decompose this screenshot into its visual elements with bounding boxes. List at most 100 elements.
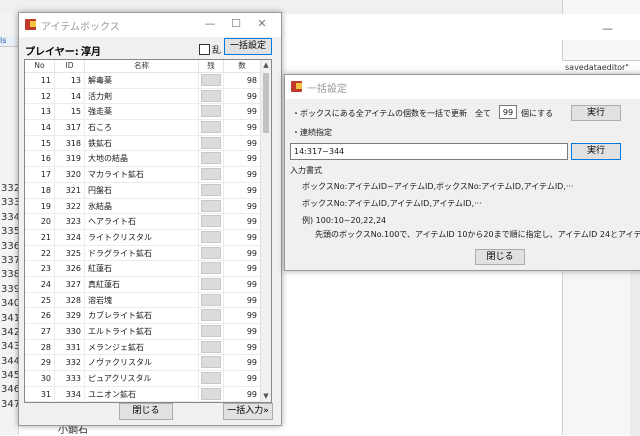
row-qty[interactable]: 99 <box>224 229 261 245</box>
row-qty[interactable]: 99 <box>224 135 261 151</box>
row-no: 15 <box>25 135 55 151</box>
background-minimize-button[interactable]: — <box>602 22 613 35</box>
table-row[interactable]: 14 317 石ころ 99 <box>25 120 261 136</box>
row-qty[interactable]: 99 <box>224 308 261 323</box>
background-line-number: 337 <box>1 254 21 266</box>
row-qty[interactable]: 99 <box>224 324 261 339</box>
column-header-qty[interactable]: 数 <box>224 60 261 72</box>
table-row[interactable]: 22 325 ドラグライト鉱石 99 <box>25 245 261 262</box>
table-row[interactable]: 21 324 ライトクリスタル 99 <box>25 229 261 246</box>
row-id: 331 <box>55 339 85 355</box>
row-no: 23 <box>25 261 55 276</box>
scroll-thumb[interactable] <box>263 73 269 133</box>
row-name: 強走薬 <box>85 104 199 120</box>
row-name: エルトライト鉱石 <box>85 324 199 339</box>
item-image <box>201 152 221 165</box>
itembox-title: アイテムボックス <box>41 22 120 33</box>
item-image <box>201 136 221 149</box>
bulk-input-button[interactable]: 一括入力» <box>223 403 273 420</box>
table-row[interactable]: 13 15 強走薬 99 <box>25 104 261 121</box>
table-row[interactable]: 19 322 氷結晶 99 <box>25 198 261 215</box>
table-row[interactable]: 25 328 溶岩塊 99 <box>25 292 261 309</box>
row-qty[interactable]: 99 <box>224 292 261 308</box>
bulk-qty-input[interactable]: 99 <box>499 105 517 119</box>
background-tab[interactable]: ls <box>0 36 18 47</box>
row-qty[interactable]: 99 <box>224 276 261 292</box>
background-line-number: 340 <box>1 298 21 310</box>
row-id: 13 <box>55 73 85 88</box>
execute-all-button[interactable]: 実行 <box>571 105 621 121</box>
row-image-cell <box>199 120 224 135</box>
table-row[interactable]: 11 13 解毒薬 98 <box>25 73 261 89</box>
table-row[interactable]: 15 318 鉄鉱石 99 <box>25 135 261 152</box>
table-row[interactable]: 26 329 カブレライト鉱石 99 <box>25 308 261 324</box>
app-icon <box>25 19 36 30</box>
execute-range-button[interactable]: 実行 <box>571 143 621 160</box>
item-image <box>201 309 221 322</box>
maximize-button[interactable]: ☐ <box>223 17 249 30</box>
row-qty[interactable]: 99 <box>224 339 261 355</box>
row-name: 円盤石 <box>85 182 199 198</box>
row-qty[interactable]: 99 <box>224 104 261 120</box>
table-row[interactable]: 12 14 活力剤 99 <box>25 88 261 105</box>
format-description: 先頭のボックスNo.100で、アイテムID 10から20まで順に指定し、アイテム… <box>315 230 640 239</box>
column-header-image[interactable]: 残 <box>199 60 224 72</box>
range-input[interactable]: 14:317~344 <box>290 143 568 160</box>
table-row[interactable]: 31 334 ユニオン鉱石 99 <box>25 386 261 402</box>
table-row[interactable]: 30 333 ピュアクリスタル 99 <box>25 371 261 387</box>
table-row[interactable]: 18 321 円盤石 99 <box>25 182 261 199</box>
row-image-cell <box>199 182 224 198</box>
row-no: 20 <box>25 214 55 229</box>
row-qty[interactable]: 99 <box>224 371 261 386</box>
row-name: 解毒薬 <box>85 73 199 88</box>
row-id: 324 <box>55 229 85 245</box>
row-qty[interactable]: 99 <box>224 386 261 402</box>
row-no: 12 <box>25 88 55 104</box>
range-label: ・連続指定 <box>292 128 332 137</box>
bulk-close-button[interactable]: 閉じる <box>475 249 525 265</box>
row-image-cell <box>199 371 224 386</box>
row-no: 29 <box>25 355 55 371</box>
bulk-titlebar[interactable]: 一括設定 <box>285 75 640 99</box>
row-image-cell <box>199 214 224 229</box>
row-id: 320 <box>55 167 85 182</box>
row-name: ドラグライト鉱石 <box>85 245 199 261</box>
table-row[interactable]: 20 323 ヘアライト石 99 <box>25 214 261 230</box>
row-qty[interactable]: 99 <box>224 182 261 198</box>
item-image <box>201 230 221 243</box>
table-row[interactable]: 16 319 大地の結晶 99 <box>25 151 261 168</box>
row-qty[interactable]: 99 <box>224 88 261 104</box>
table-row[interactable]: 23 326 紅蓮石 99 <box>25 261 261 277</box>
random-checkbox-label: 乱 <box>212 46 222 56</box>
table-row[interactable]: 17 320 マカライト鉱石 99 <box>25 167 261 183</box>
set-all-button[interactable]: 一括設定 <box>224 38 272 55</box>
row-qty[interactable]: 99 <box>224 214 261 229</box>
row-qty[interactable]: 99 <box>224 120 261 135</box>
row-qty[interactable]: 99 <box>224 151 261 167</box>
table-row[interactable]: 29 332 ノヴァクリスタル 99 <box>25 355 261 372</box>
random-checkbox[interactable] <box>199 44 210 55</box>
table-scrollbar[interactable]: ▲ ▼ <box>260 60 271 402</box>
row-qty[interactable]: 99 <box>224 245 261 261</box>
row-image-cell <box>199 292 224 308</box>
table-row[interactable]: 27 330 エルトライト鉱石 99 <box>25 324 261 340</box>
column-header-no[interactable]: No <box>25 60 55 72</box>
row-qty[interactable]: 99 <box>224 167 261 182</box>
itembox-close-button[interactable]: 閉じる <box>119 403 173 420</box>
table-row[interactable]: 24 327 真紅蓮石 99 <box>25 276 261 293</box>
row-qty[interactable]: 99 <box>224 198 261 214</box>
minimize-button[interactable]: — <box>197 17 223 30</box>
row-qty[interactable]: 98 <box>224 73 261 88</box>
row-qty[interactable]: 99 <box>224 261 261 276</box>
column-header-name[interactable]: 名称 <box>85 60 199 72</box>
row-no: 24 <box>25 276 55 292</box>
row-qty[interactable]: 99 <box>224 355 261 371</box>
scroll-down-icon[interactable]: ▼ <box>261 391 271 402</box>
table-row[interactable]: 28 331 メランジェ鉱石 99 <box>25 339 261 356</box>
scroll-up-icon[interactable]: ▲ <box>261 60 271 71</box>
itembox-titlebar[interactable]: アイテムボックス — ☐ ✕ <box>19 13 281 37</box>
row-no: 27 <box>25 324 55 339</box>
row-id: 318 <box>55 135 85 151</box>
column-header-id[interactable]: ID <box>55 60 85 72</box>
close-button[interactable]: ✕ <box>249 17 275 30</box>
